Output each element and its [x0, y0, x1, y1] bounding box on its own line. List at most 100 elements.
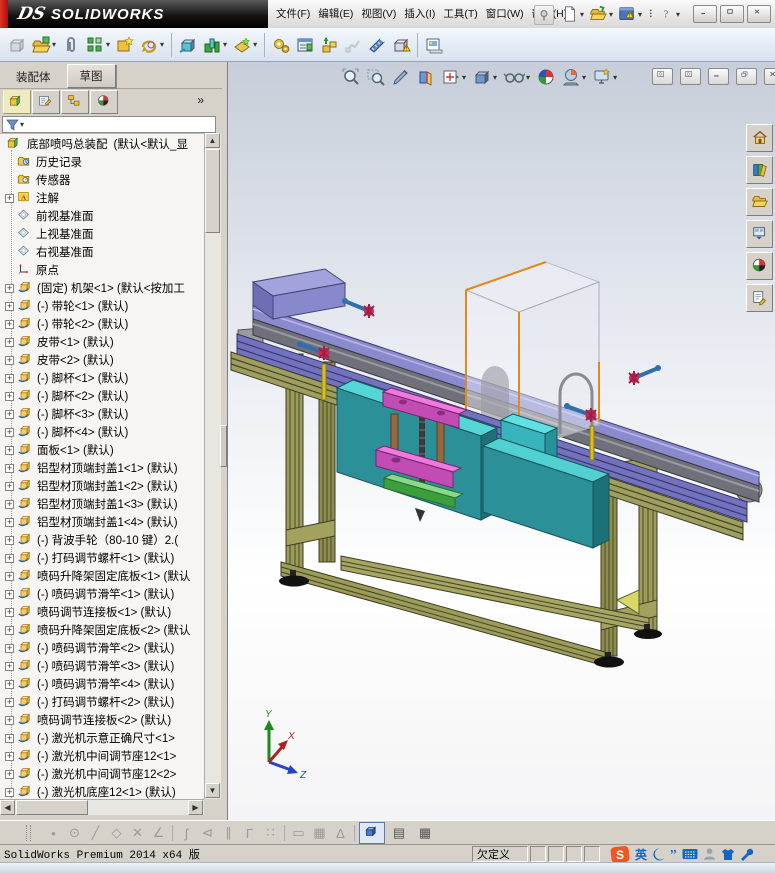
dropdown-arrow-icon[interactable]: ▾ — [613, 73, 617, 82]
dropdown-arrow-icon[interactable]: ▾ — [609, 10, 613, 19]
view-palette-tab[interactable] — [746, 220, 773, 248]
menu-view[interactable]: 视图(V) — [358, 3, 399, 24]
user-icon[interactable] — [703, 847, 716, 861]
interference-detection-button[interactable]: ! — [390, 33, 412, 57]
tree-vertical-scrollbar[interactable]: ▲ ▼ — [204, 133, 221, 799]
child-minimize-button[interactable] — [708, 68, 729, 85]
dropdown-arrow-icon[interactable]: ▾ — [638, 10, 642, 19]
expand-icon[interactable]: + — [5, 715, 14, 725]
tree-item[interactable]: + (-) 激光机底座12<1> (默认) — [2, 783, 176, 800]
tree-item[interactable]: + 铝型材顶端封盖1<1> (默认) — [2, 459, 178, 477]
apply-scene-button[interactable]: ▾ — [560, 66, 588, 88]
configuration-manager-tab[interactable] — [61, 90, 89, 114]
child-restore-button[interactable] — [736, 68, 757, 85]
tree-root-item[interactable]: 底部喷吗总装配 (默认<默认_显 — [4, 135, 188, 153]
expand-icon[interactable]: + — [5, 535, 14, 545]
tree-item[interactable]: + (-) 激光机示意正确尺寸<1> — [2, 729, 175, 747]
tree-item[interactable]: 前视基准面 — [2, 207, 94, 225]
scroll-down-button[interactable]: ▼ — [205, 783, 220, 798]
tree-item[interactable]: + 皮带<2> (默认) — [2, 351, 114, 369]
split-grid-button[interactable]: ▦ — [413, 823, 437, 843]
scroll-up-button[interactable]: ▲ — [205, 133, 220, 148]
dropdown-arrow-icon[interactable]: ▾ — [52, 40, 56, 49]
panel-overflow-button[interactable]: » — [197, 93, 204, 107]
expand-icon[interactable]: + — [5, 625, 14, 635]
expand-icon[interactable]: + — [5, 355, 14, 365]
tree-item[interactable]: + 喷码升降架固定底板<2> (默认 — [2, 621, 190, 639]
expand-icon[interactable]: + — [5, 337, 14, 347]
new-motion-study-button[interactable] — [270, 33, 292, 57]
expand-icon[interactable]: + — [5, 643, 14, 653]
tree-item[interactable]: + (-) 带轮<2> (默认) — [2, 315, 128, 333]
graphics-area[interactable]: Y X Z ▾ ▾ ▾ ▾ ▾ 0D — [227, 62, 775, 820]
expand-icon[interactable]: + — [5, 499, 14, 509]
expand-icon[interactable]: + — [5, 553, 14, 563]
expand-icon[interactable]: + — [5, 679, 14, 689]
tree-item[interactable]: 原点 — [2, 261, 59, 279]
moon-icon[interactable] — [652, 847, 665, 861]
mate-button[interactable] — [60, 33, 82, 57]
tree-item[interactable]: + (-) 脚杯<4> (默认) — [2, 423, 128, 441]
expand-icon[interactable]: + — [5, 787, 14, 797]
new-document-button[interactable]: ▾ — [560, 4, 586, 24]
scroll-right-button[interactable]: ▶ — [188, 800, 203, 815]
display-style-button[interactable]: ▾ — [471, 66, 499, 88]
expand-icon[interactable]: + — [5, 589, 14, 599]
hide-show-items-button[interactable]: ▾ — [502, 66, 532, 88]
design-review-button[interactable] — [423, 33, 445, 57]
menu-edit[interactable]: 编辑(E) — [315, 3, 356, 24]
toolbar-grip[interactable] — [26, 825, 31, 841]
expand-icon[interactable]: + — [5, 517, 14, 527]
window-prev-button[interactable]: 0 — [652, 68, 673, 85]
dropdown-arrow-icon[interactable]: ▾ — [253, 40, 257, 49]
expand-icon[interactable]: + — [5, 751, 14, 761]
menu-window[interactable]: 窗口(W) — [483, 3, 527, 24]
horizontal-scroll-thumb[interactable] — [16, 800, 88, 815]
tree-item[interactable]: + 喷码升降架固定底板<1> (默认 — [2, 567, 190, 585]
exploded-view-button[interactable] — [318, 33, 340, 57]
dropdown-arrow-icon[interactable]: ▾ — [160, 40, 164, 49]
expand-icon[interactable]: + — [5, 193, 14, 203]
dropdown-arrow-icon[interactable]: ▾ — [580, 10, 584, 19]
section-view-button[interactable] — [415, 66, 437, 88]
dropdown-arrow-icon[interactable]: ▾ — [526, 73, 530, 82]
tree-item[interactable]: + (-) 喷码调节滑竿<3> (默认) — [2, 657, 174, 675]
edrawings-publish-button[interactable]: ! ▾ — [616, 4, 644, 24]
expand-icon[interactable]: + — [5, 409, 14, 419]
expand-icon[interactable]: + — [5, 445, 14, 455]
tree-item[interactable]: + (-) 打码调节螺杆<2> (默认) — [2, 693, 174, 711]
tree-filter-input[interactable]: ▾ — [2, 116, 216, 133]
window-next-button[interactable]: D — [680, 68, 701, 85]
close-button[interactable] — [747, 5, 771, 23]
tree-item[interactable]: + 铝型材顶端封盖1<4> (默认) — [2, 513, 178, 531]
bill-of-materials-button[interactable] — [294, 33, 316, 57]
child-close-button[interactable] — [764, 68, 775, 85]
dropdown-arrow-icon[interactable]: ▾ — [223, 40, 227, 49]
tree-item[interactable]: + A 注解 — [2, 189, 59, 207]
appearances-scenes-tab[interactable] — [746, 252, 773, 280]
tree-item[interactable]: + (固定) 机架<1> (默认<按加工 — [2, 279, 185, 297]
expand-icon[interactable]: + — [5, 373, 14, 383]
assembly-features-button[interactable]: ▾ — [201, 33, 229, 57]
apostrophes-icon[interactable]: ’’ — [670, 847, 677, 862]
open-document-button[interactable]: ▾ — [587, 4, 615, 24]
minimize-button[interactable] — [693, 5, 717, 23]
filter-dropdown-arrow[interactable]: ▾ — [20, 120, 24, 129]
view-settings-button[interactable]: ▾ — [591, 66, 619, 88]
tree-item[interactable]: + (-) 激光机中间调节座12<2> — [2, 765, 176, 783]
tree-item[interactable]: + (-) 脚杯<1> (默认) — [2, 369, 128, 387]
ime-language-toggle[interactable]: 英 — [635, 846, 647, 863]
tree-item[interactable]: + (-) 喷码调节滑竿<1> (默认) — [2, 585, 174, 603]
reference-geometry-button[interactable]: ▾ — [231, 33, 259, 57]
tree-item[interactable]: + (-) 激光机中间调节座12<1> — [2, 747, 176, 765]
tab-assembly[interactable]: 装配体 — [4, 66, 63, 88]
tree-item[interactable]: + 喷码调节连接板<2> (默认) — [2, 711, 171, 729]
expand-icon[interactable]: + — [5, 283, 14, 293]
model-motor-cover[interactable] — [251, 268, 347, 320]
expand-icon[interactable]: + — [5, 301, 14, 311]
split-horizontal-button[interactable]: ▤ — [387, 823, 411, 843]
zoom-to-area-button[interactable] — [365, 66, 387, 88]
tree-item[interactable]: + (-) 脚杯<3> (默认) — [2, 405, 128, 423]
help-button[interactable]: ? ▾ — [660, 4, 682, 24]
expand-icon[interactable]: + — [5, 607, 14, 617]
